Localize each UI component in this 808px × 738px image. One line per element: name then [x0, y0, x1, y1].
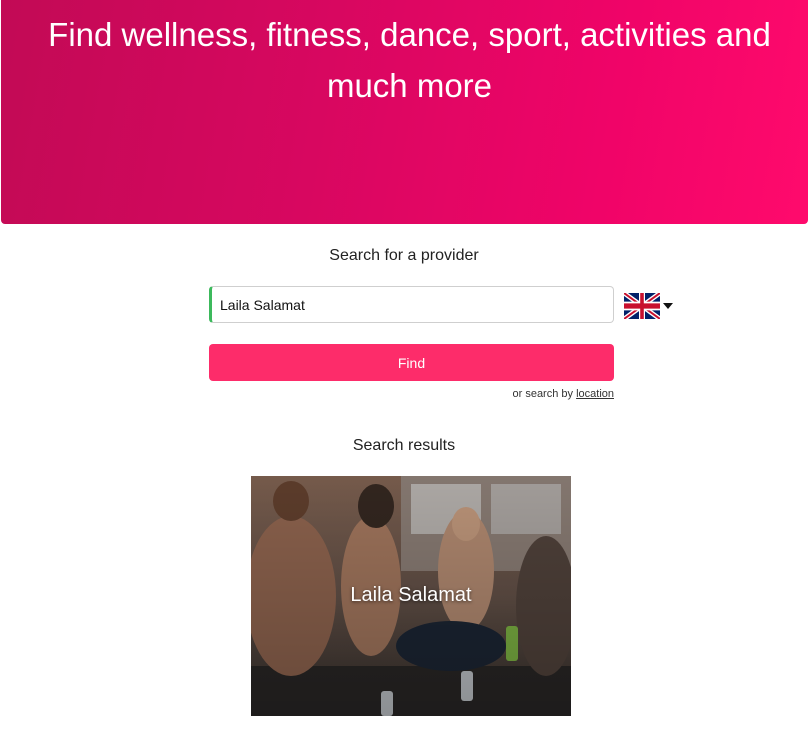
alt-search-hint: or search by location — [209, 388, 614, 400]
result-card[interactable]: Laila Salamat — [251, 476, 571, 716]
search-label: Search for a provider — [329, 247, 479, 264]
provider-search-input[interactable] — [209, 286, 614, 323]
chevron-down-icon — [663, 303, 673, 309]
location-search-link[interactable]: location — [576, 388, 614, 400]
find-button[interactable]: Find — [209, 344, 614, 381]
alt-search-prefix: or search by — [512, 388, 577, 400]
hero-banner: Find wellness, fitness, dance, sport, ac… — [1, 0, 808, 224]
result-name: Laila Salamat — [350, 584, 472, 606]
results-title: Search results — [352, 437, 456, 454]
uk-flag-icon — [624, 293, 660, 319]
language-selector[interactable] — [624, 292, 676, 320]
page-bottom — [0, 716, 808, 738]
hero-title: Find wellness, fitness, dance, sport, ac… — [48, 16, 771, 104]
